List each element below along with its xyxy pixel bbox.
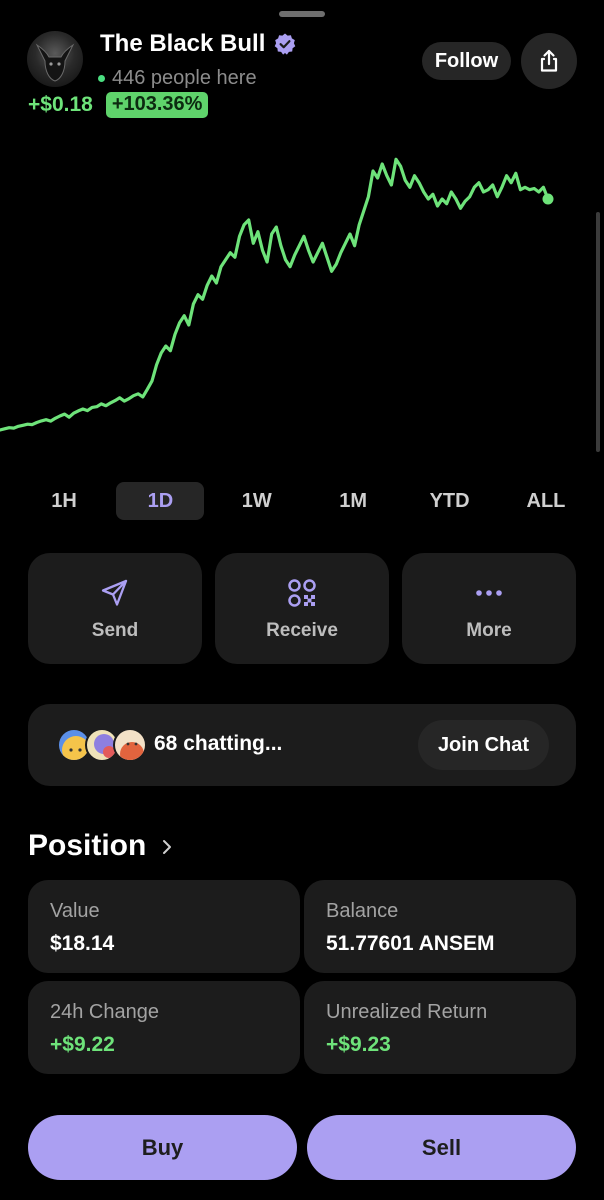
current-price-point — [542, 193, 554, 205]
time-range-1w[interactable]: 1W — [213, 482, 301, 520]
action-buttons-row: Send Receive More — [28, 553, 576, 664]
position-value: $18.14 — [50, 932, 115, 955]
time-range-ytd[interactable]: YTD — [406, 482, 494, 520]
people-here-indicator: 446 people here — [98, 67, 257, 90]
price-chart[interactable] — [0, 130, 604, 460]
token-avatar — [27, 31, 83, 87]
position-card-balance: Balance 51.77601 ANSEM — [304, 880, 576, 973]
send-button[interactable]: Send — [28, 553, 202, 664]
receive-button[interactable]: Receive — [215, 553, 389, 664]
chatting-count: 68 chatting... — [154, 732, 283, 755]
sheet-grabber-handle[interactable] — [279, 11, 325, 17]
sell-button[interactable]: Sell — [307, 1115, 576, 1180]
people-here-text: 446 people here — [112, 67, 257, 89]
action-label: Receive — [266, 619, 338, 641]
scrollbar[interactable] — [596, 212, 600, 452]
position-label: 24h Change — [50, 1001, 159, 1023]
position-label: Value — [50, 900, 100, 922]
more-dots-icon — [476, 589, 502, 596]
position-label: Unrealized Return — [326, 1001, 488, 1023]
verified-badge-icon — [275, 33, 296, 55]
share-button[interactable] — [521, 33, 577, 89]
action-label: More — [466, 619, 512, 641]
more-button[interactable]: More — [402, 553, 576, 664]
token-title-row: The Black Bull — [100, 30, 297, 58]
time-range-1h[interactable]: 1H — [20, 482, 108, 520]
time-range-all[interactable]: ALL — [502, 482, 590, 520]
chevron-right-icon — [163, 840, 172, 854]
time-range-1d[interactable]: 1D — [116, 482, 205, 520]
join-chat-button[interactable]: Join Chat — [418, 720, 549, 770]
position-value: +$9.22 — [50, 1033, 115, 1056]
position-title: Position — [28, 829, 147, 862]
position-label: Balance — [326, 900, 399, 922]
online-dot-icon — [98, 75, 105, 82]
chat-avatars-group — [57, 728, 149, 764]
position-value: 51.77601 ANSEM — [326, 932, 495, 955]
send-icon — [101, 579, 128, 606]
price-change-percent-badge: +103.36% — [105, 92, 209, 118]
position-value: +$9.23 — [326, 1033, 391, 1056]
share-icon — [540, 49, 558, 72]
buy-button[interactable]: Buy — [28, 1115, 297, 1180]
action-label: Send — [91, 619, 139, 641]
position-card-unrealized-return: Unrealized Return +$9.23 — [304, 981, 576, 1074]
position-card-value: Value $18.14 — [28, 880, 300, 973]
price-change-absolute: +$0.18 — [28, 93, 93, 116]
qr-code-icon — [288, 578, 316, 607]
time-range-selector: 1H 1D 1W 1M YTD ALL — [20, 482, 590, 520]
price-series-line — [0, 157, 550, 432]
token-name: The Black Bull — [100, 30, 266, 57]
position-card-24h-change: 24h Change +$9.22 — [28, 981, 300, 1074]
chat-card: 68 chatting... Join Chat — [28, 704, 576, 786]
time-range-1m[interactable]: 1M — [309, 482, 397, 520]
position-header[interactable]: Position — [28, 829, 176, 863]
price-change-row: +$0.18 +103.36% — [28, 92, 209, 118]
chat-avatar — [113, 728, 147, 762]
follow-button[interactable]: Follow — [422, 42, 511, 80]
